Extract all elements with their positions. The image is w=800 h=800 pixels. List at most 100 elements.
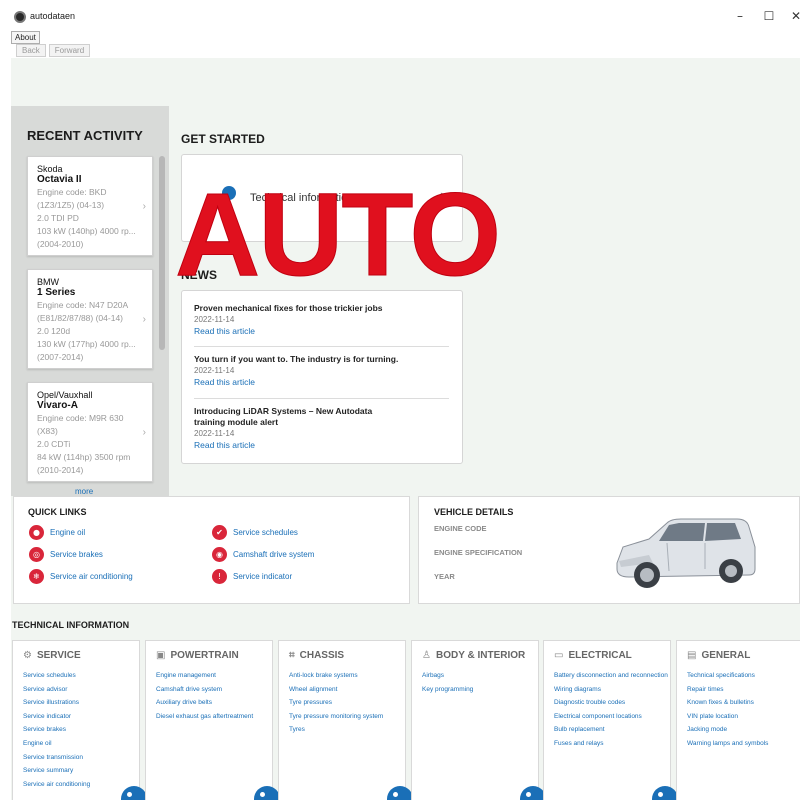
ti-category-body-interior: ♙ BODY & INTERIOR Airbags Key programmin…: [411, 640, 546, 800]
vehicle-detail: 84 kW (114hp) 3500 rpm: [37, 452, 131, 462]
chevron-right-icon: ›: [142, 314, 146, 325]
news-item-title: Introducing LiDAR Systems – New Autodata…: [194, 406, 373, 427]
minimize-button[interactable]: –: [732, 9, 748, 23]
ti-link[interactable]: Tyre pressure monitoring system: [289, 710, 383, 724]
open-category-icon[interactable]: [387, 786, 413, 800]
news-item: You turn if you want to. The industry is…: [194, 354, 449, 388]
vehicle-detail: (2007-2014): [37, 352, 84, 362]
close-button[interactable]: ✕: [788, 9, 800, 23]
ti-link[interactable]: Fuses and relays: [554, 737, 668, 751]
ti-link[interactable]: Bulb replacement: [554, 723, 668, 737]
news-item-date: 2022-11-14: [194, 366, 235, 375]
maximize-button[interactable]: ☐: [761, 9, 777, 23]
ti-link[interactable]: Service air conditioning: [23, 778, 90, 792]
ti-link[interactable]: Wiring diagrams: [554, 683, 668, 697]
quick-link-label: Service schedules: [233, 528, 298, 537]
quick-link-service-schedules[interactable]: ✔ Service schedules: [212, 525, 298, 540]
ti-link[interactable]: Technical specifications: [687, 669, 768, 683]
ti-link[interactable]: Service brakes: [23, 723, 90, 737]
ti-link-list: Airbags Key programming: [422, 669, 473, 696]
camshaft-icon: ◉: [212, 547, 227, 562]
forward-button[interactable]: Forward: [48, 44, 91, 57]
quick-links-card: QUICK LINKS ● Engine oil ◎ Service brake…: [13, 496, 410, 604]
ti-link[interactable]: Anti-lock brake systems: [289, 669, 383, 683]
ti-link[interactable]: Jacking mode: [687, 723, 768, 737]
ti-link[interactable]: Key programming: [422, 683, 473, 697]
technical-information-card[interactable]: Technical information ›: [181, 154, 463, 242]
ti-category-heading[interactable]: ▣ POWERTRAIN: [156, 650, 239, 661]
vehicle-detail: Engine code: BKD: [37, 187, 107, 197]
open-category-icon[interactable]: [652, 786, 678, 800]
vehicle-detail: (1Z3/1Z5) (04-13): [37, 200, 105, 210]
ti-category-heading[interactable]: ⌗ CHASSIS: [289, 650, 344, 661]
info-icon: [222, 186, 236, 200]
vehicle-detail: 103 kW (140hp) 4000 rp...: [37, 226, 136, 236]
vehicle-image: [616, 518, 756, 588]
ti-link[interactable]: Warning lamps and symbols: [687, 737, 768, 751]
vehicle-details-title: VEHICLE DETAILS: [434, 507, 514, 517]
ti-category-chassis: ⌗ CHASSIS Anti-lock brake systems Wheel …: [278, 640, 413, 800]
ti-link[interactable]: Wheel alignment: [289, 683, 383, 697]
ti-link[interactable]: Tyres: [289, 723, 383, 737]
ti-category-name: CHASSIS: [299, 650, 345, 661]
ti-category-service: ⚙ SERVICE Service schedules Service advi…: [12, 640, 147, 800]
read-article-link[interactable]: Read this article: [194, 376, 449, 388]
ti-link-list: Battery disconnection and reconnection W…: [554, 669, 668, 751]
ti-category-heading[interactable]: ▤ GENERAL: [687, 650, 750, 661]
ti-category-powertrain: ▣ POWERTRAIN Engine management Camshaft …: [145, 640, 280, 800]
recent-activity-title: RECENT ACTIVITY: [27, 128, 143, 143]
seat-icon: ♙: [422, 650, 431, 661]
ti-link[interactable]: Diesel exhaust gas aftertreatment: [156, 710, 253, 724]
ti-category-heading[interactable]: ▭ ELECTRICAL: [554, 650, 632, 661]
ti-link[interactable]: Service advisor: [23, 683, 90, 697]
divider: [194, 398, 449, 399]
battery-icon: ▭: [554, 650, 564, 661]
ti-link[interactable]: Engine oil: [23, 737, 90, 751]
ti-link[interactable]: Camshaft drive system: [156, 683, 253, 697]
ti-link[interactable]: Service schedules: [23, 669, 90, 683]
ti-link[interactable]: Service illustrations: [23, 696, 90, 710]
ti-link[interactable]: Service transmission: [23, 751, 90, 765]
ti-link[interactable]: Electrical component locations: [554, 710, 668, 724]
sidebar-scrollbar[interactable]: [159, 156, 165, 350]
vehicle-details-card: VEHICLE DETAILS ENGINE CODE ENGINE SPECI…: [418, 496, 800, 604]
ti-link[interactable]: VIN plate location: [687, 710, 768, 724]
about-menu-button[interactable]: About: [11, 31, 40, 44]
ti-category-heading[interactable]: ⚙ SERVICE: [23, 650, 81, 661]
ti-link[interactable]: Service indicator: [23, 710, 90, 724]
ti-link[interactable]: Known fixes & bulletins: [687, 696, 768, 710]
ti-link[interactable]: Airbags: [422, 669, 473, 683]
quick-link-service-indicator[interactable]: ! Service indicator: [212, 569, 292, 584]
recent-activity-card[interactable]: Opel/Vauxhall Vivaro-A Engine code: M9R …: [27, 382, 153, 482]
ti-link[interactable]: Engine management: [156, 669, 253, 683]
vehicle-detail: (X83): [37, 426, 58, 436]
quick-link-camshaft-drive-system[interactable]: ◉ Camshaft drive system: [212, 547, 314, 562]
more-link[interactable]: more: [75, 487, 93, 496]
ti-link[interactable]: Service summary: [23, 764, 90, 778]
quick-link-engine-oil[interactable]: ● Engine oil: [29, 525, 85, 540]
recent-activity-card[interactable]: BMW 1 Series Engine code: N47 D20A (E81/…: [27, 269, 153, 369]
navigation-bar: Back Forward: [16, 44, 91, 57]
ti-link[interactable]: Battery disconnection and reconnection: [554, 669, 668, 683]
ti-link[interactable]: Repair times: [687, 683, 768, 697]
chevron-right-icon: ›: [142, 201, 146, 212]
ti-category-name: ELECTRICAL: [568, 650, 632, 661]
recent-activity-card[interactable]: Skoda Octavia II Engine code: BKD (1Z3/1…: [27, 156, 153, 256]
quick-link-service-brakes[interactable]: ◎ Service brakes: [29, 547, 103, 562]
ti-category-heading[interactable]: ♙ BODY & INTERIOR: [422, 650, 525, 661]
read-article-link[interactable]: Read this article: [194, 325, 449, 337]
ti-link[interactable]: Tyre pressures: [289, 696, 383, 710]
quick-link-service-air-conditioning[interactable]: ❄ Service air conditioning: [29, 569, 133, 584]
vehicle-detail: 130 kW (177hp) 4000 rp...: [37, 339, 136, 349]
ti-link[interactable]: Auxiliary drive belts: [156, 696, 253, 710]
ti-link[interactable]: Diagnostic trouble codes: [554, 696, 668, 710]
vehicle-detail: (E81/82/87/88) (04-14): [37, 313, 123, 323]
read-article-link[interactable]: Read this article: [194, 439, 384, 451]
open-category-icon[interactable]: [121, 786, 147, 800]
quick-link-label: Service brakes: [50, 550, 103, 559]
back-button[interactable]: Back: [16, 44, 46, 57]
open-category-icon[interactable]: [254, 786, 280, 800]
news-item: Proven mechanical fixes for those tricki…: [194, 303, 449, 337]
news-card: Proven mechanical fixes for those tricki…: [181, 290, 463, 464]
ti-link-list: Anti-lock brake systems Wheel alignment …: [289, 669, 383, 737]
